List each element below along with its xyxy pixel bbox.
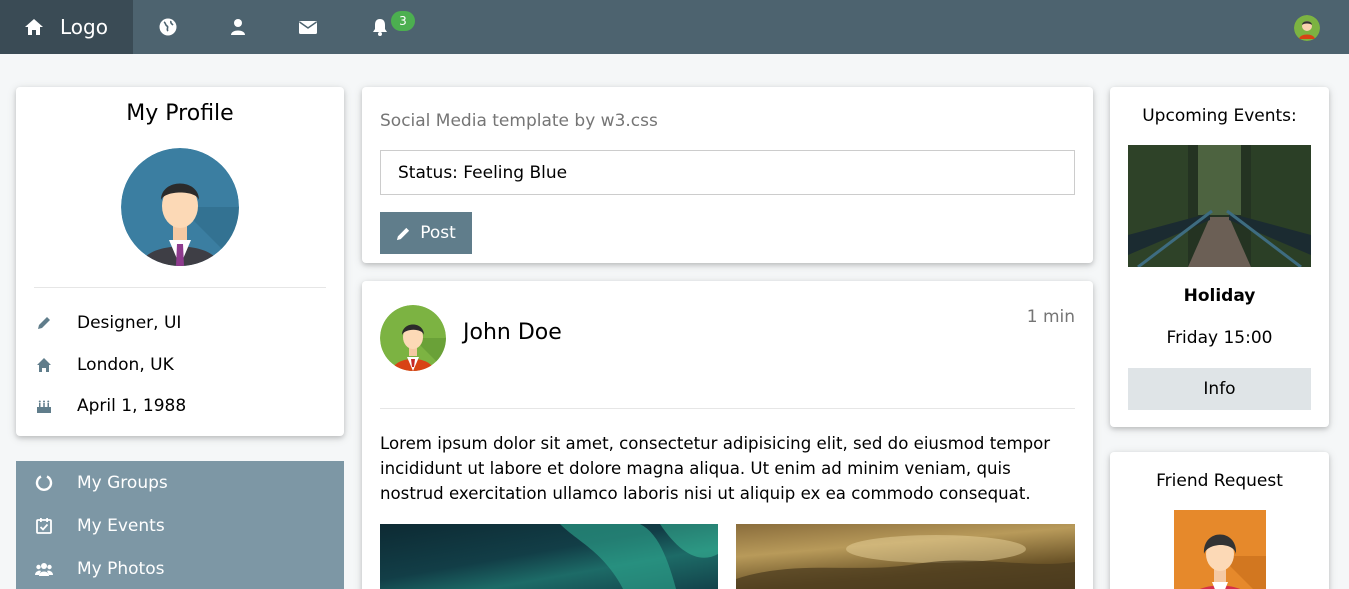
menu-item-groups[interactable]: My Groups bbox=[16, 461, 344, 504]
status-input[interactable]: Status: Feeling Blue bbox=[380, 150, 1075, 195]
user-icon bbox=[231, 19, 245, 35]
post-time: 1 min bbox=[1026, 307, 1075, 327]
friend-request-avatar bbox=[1174, 510, 1266, 589]
notification-badge: 3 bbox=[391, 11, 415, 31]
menu-item-label: My Groups bbox=[77, 472, 168, 493]
profile-location: London, UK bbox=[36, 355, 174, 375]
profile-title: My Profile bbox=[126, 101, 234, 126]
friend-request-card: Friend Request bbox=[1110, 452, 1329, 589]
profile-location-text: London, UK bbox=[77, 355, 174, 375]
menu-item-label: My Photos bbox=[77, 558, 165, 579]
home-icon bbox=[25, 19, 43, 35]
user-avatar[interactable] bbox=[1294, 15, 1320, 41]
status-card: Social Media template by w3.css Status: … bbox=[362, 87, 1093, 263]
event-time: Friday 15:00 bbox=[1166, 328, 1273, 348]
home-icon bbox=[37, 358, 51, 372]
pencil-icon bbox=[38, 317, 50, 329]
post-card: John Doe 1 min Lorem ipsum dolor sit ame… bbox=[362, 281, 1093, 589]
users-icon bbox=[35, 562, 53, 576]
birthday-cake-icon bbox=[37, 400, 51, 413]
envelope-icon bbox=[299, 21, 317, 34]
menu-item-label: My Events bbox=[77, 515, 165, 536]
post-image-landscape[interactable] bbox=[736, 524, 1075, 589]
post-image-aurora[interactable] bbox=[380, 524, 718, 589]
profile-job: Designer, UI bbox=[36, 313, 181, 333]
event-image-bridge bbox=[1128, 145, 1311, 267]
events-card: Upcoming Events: Holiday Friday 15:00 In… bbox=[1110, 87, 1329, 427]
post-author-avatar bbox=[380, 305, 446, 371]
post-button-label: Post bbox=[420, 223, 456, 243]
globe-icon bbox=[159, 18, 177, 36]
bell-icon bbox=[373, 19, 387, 36]
profile-avatar bbox=[121, 148, 239, 266]
logo-link[interactable]: Logo bbox=[0, 0, 133, 54]
profile-divider bbox=[34, 287, 326, 288]
circle-notch-icon bbox=[35, 474, 53, 491]
post-divider bbox=[380, 408, 1075, 409]
top-navbar: Logo 3 bbox=[0, 0, 1349, 54]
status-title: Social Media template by w3.css bbox=[380, 111, 658, 131]
logo-label: Logo bbox=[60, 15, 108, 39]
pencil-icon bbox=[397, 227, 410, 240]
post-button[interactable]: Post bbox=[380, 212, 472, 254]
profile-birthday: April 1, 1988 bbox=[36, 396, 186, 416]
menu-item-events[interactable]: My Events bbox=[16, 504, 344, 547]
friend-request-title: Friend Request bbox=[1156, 471, 1283, 491]
status-input-value: Status: Feeling Blue bbox=[398, 162, 568, 183]
menu-item-photos[interactable]: My Photos bbox=[16, 547, 344, 589]
news-button[interactable] bbox=[133, 0, 203, 54]
account-button[interactable] bbox=[203, 0, 273, 54]
calendar-check-icon bbox=[36, 517, 52, 534]
profile-job-text: Designer, UI bbox=[77, 313, 182, 333]
event-info-button[interactable]: Info bbox=[1128, 368, 1311, 410]
messages-button[interactable] bbox=[273, 0, 343, 54]
event-name: Holiday bbox=[1183, 286, 1256, 306]
profile-card: My Profile Designer, UI London, UK April… bbox=[16, 87, 344, 436]
post-body: Lorem ipsum dolor sit amet, consectetur … bbox=[380, 434, 1051, 503]
post-author-name[interactable]: John Doe bbox=[463, 320, 562, 345]
profile-birthday-text: April 1, 1988 bbox=[77, 396, 187, 416]
sidebar-menu: My Groups My Events My Photos bbox=[16, 461, 344, 589]
events-title: Upcoming Events: bbox=[1142, 106, 1297, 126]
